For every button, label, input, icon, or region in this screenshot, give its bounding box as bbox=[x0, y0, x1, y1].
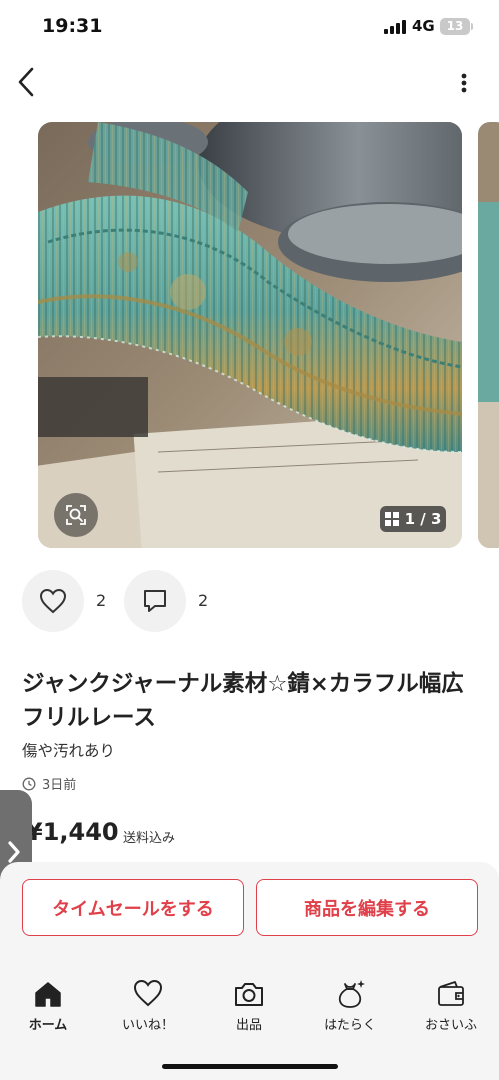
nav-bar bbox=[0, 58, 499, 106]
posted-time-text: 3日前 bbox=[42, 778, 77, 793]
tab-likes-label: いいね！ bbox=[121, 1018, 174, 1033]
signal-icon bbox=[384, 20, 406, 34]
product-photo[interactable] bbox=[38, 122, 462, 548]
tab-home[interactable]: ホーム bbox=[8, 978, 88, 1038]
more-vertical-icon bbox=[461, 73, 467, 93]
heart-icon bbox=[133, 979, 163, 1007]
battery-icon: 13 bbox=[440, 18, 470, 35]
like-button[interactable] bbox=[22, 570, 84, 632]
time-sale-button[interactable]: タイムセールをする bbox=[22, 879, 244, 936]
tab-wallet-label: おさいふ bbox=[424, 1018, 477, 1033]
tab-sell[interactable]: 出品 bbox=[209, 978, 289, 1038]
clock-icon bbox=[22, 777, 36, 790]
lace-photo-illustration bbox=[38, 122, 462, 548]
shipping-included-label: 送料込み bbox=[123, 831, 176, 846]
chevron-left-icon bbox=[18, 67, 34, 97]
comment-count: 2 bbox=[198, 591, 209, 610]
comment-icon bbox=[144, 590, 166, 612]
photo-counter-text: 1 / 3 bbox=[404, 510, 442, 528]
photo-counter: 1 / 3 bbox=[380, 506, 446, 532]
item-condition: 傷や汚れあり bbox=[22, 742, 116, 760]
item-price: ¥1,440 bbox=[26, 818, 119, 846]
home-indicator bbox=[162, 1064, 338, 1069]
back-button[interactable] bbox=[12, 64, 42, 100]
item-title: ジャンクジャーナル素材☆錆×カラフル幅広フリルレース bbox=[22, 671, 464, 731]
comment-button[interactable] bbox=[124, 570, 186, 632]
tab-wallet[interactable]: おさいふ bbox=[411, 978, 491, 1038]
battery-tip bbox=[471, 23, 473, 30]
heart-icon bbox=[39, 588, 67, 614]
home-icon bbox=[35, 982, 61, 1007]
network-type: 4G bbox=[412, 17, 435, 35]
wallet-icon bbox=[438, 981, 464, 1006]
more-options-button[interactable] bbox=[452, 66, 476, 98]
status-time: 19:31 bbox=[42, 15, 103, 37]
zoom-button[interactable] bbox=[54, 493, 98, 537]
tab-home-label: ホーム bbox=[28, 1018, 68, 1033]
edit-item-button[interactable]: 商品を編集する bbox=[256, 879, 478, 936]
status-bar: 19:31 4G 13 bbox=[0, 0, 499, 54]
posted-time: 3日前 bbox=[22, 774, 76, 793]
zoom-scan-icon bbox=[66, 505, 86, 525]
like-count: 2 bbox=[96, 591, 107, 610]
tab-likes[interactable]: いいね！ bbox=[108, 978, 188, 1038]
next-photo-illustration bbox=[478, 122, 499, 548]
grid-icon bbox=[384, 512, 399, 526]
tab-work-label: はたらく bbox=[324, 1018, 376, 1033]
money-bag-sparkle-icon bbox=[338, 980, 365, 1008]
next-photo-peek[interactable] bbox=[478, 122, 499, 548]
tab-sell-label: 出品 bbox=[235, 1018, 262, 1033]
camera-icon bbox=[235, 983, 263, 1006]
tab-work[interactable]: はたらく bbox=[310, 978, 390, 1038]
